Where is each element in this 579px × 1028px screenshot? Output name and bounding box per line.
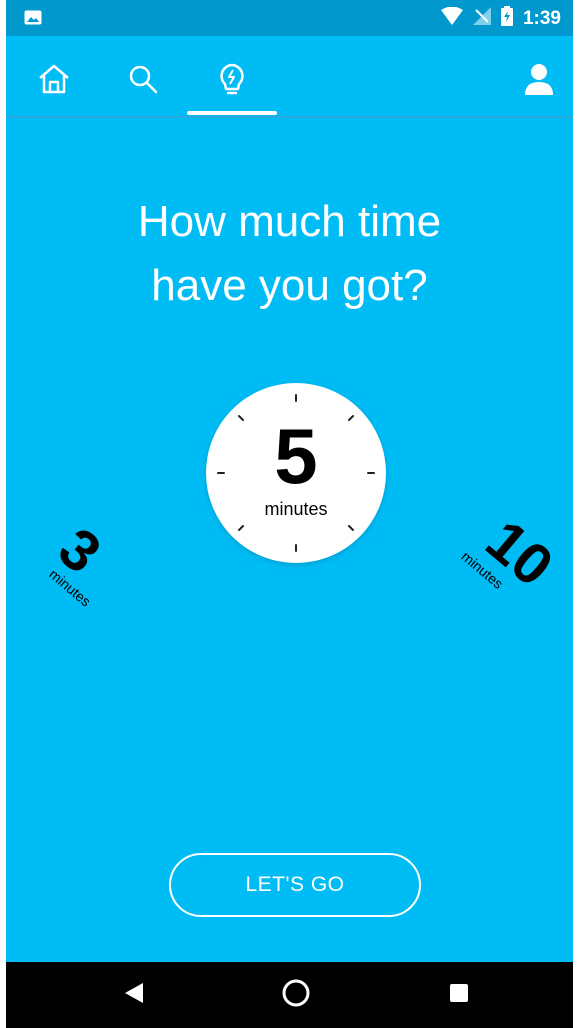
system-recents-button[interactable] [442, 978, 476, 1012]
home-circle-icon [281, 978, 311, 1013]
status-bar: 1:39 [6, 0, 573, 36]
search-icon [128, 64, 158, 99]
nav-search-button[interactable] [123, 61, 163, 101]
lightbulb-bolt-icon [217, 62, 247, 101]
lets-go-button[interactable]: LET'S GO [169, 853, 421, 917]
nav-home-button[interactable] [34, 61, 74, 101]
page-title: How much time have you got? [6, 190, 573, 318]
status-time: 1:39 [522, 7, 561, 29]
option-10-minutes[interactable]: 10 minutes [442, 504, 573, 645]
headline-line-1: How much time [137, 197, 442, 246]
top-nav [6, 36, 573, 118]
option-3-minutes[interactable]: 3 minutes [28, 515, 162, 651]
active-tab-indicator [187, 111, 277, 115]
home-icon [37, 63, 71, 100]
signal-icon [472, 7, 491, 30]
time-dial[interactable]: 5 minutes [206, 383, 386, 563]
headline-line-2: have you got? [151, 261, 428, 310]
nav-profile-button[interactable] [519, 61, 559, 101]
system-nav-bar [6, 962, 573, 1028]
dial-unit: minutes [264, 499, 328, 519]
recents-icon [449, 983, 469, 1008]
system-home-button[interactable] [279, 978, 313, 1012]
battery-icon [500, 6, 513, 31]
nav-ideas-button[interactable] [212, 61, 252, 101]
system-back-button[interactable] [117, 978, 151, 1012]
wifi-icon [440, 6, 463, 30]
profile-icon [524, 63, 554, 100]
back-icon [123, 982, 145, 1009]
app-screen: 1:39 How much time have you got? 5 minut… [6, 0, 573, 1028]
image-notification-icon [24, 10, 42, 30]
dial-value: 5 [274, 412, 318, 500]
